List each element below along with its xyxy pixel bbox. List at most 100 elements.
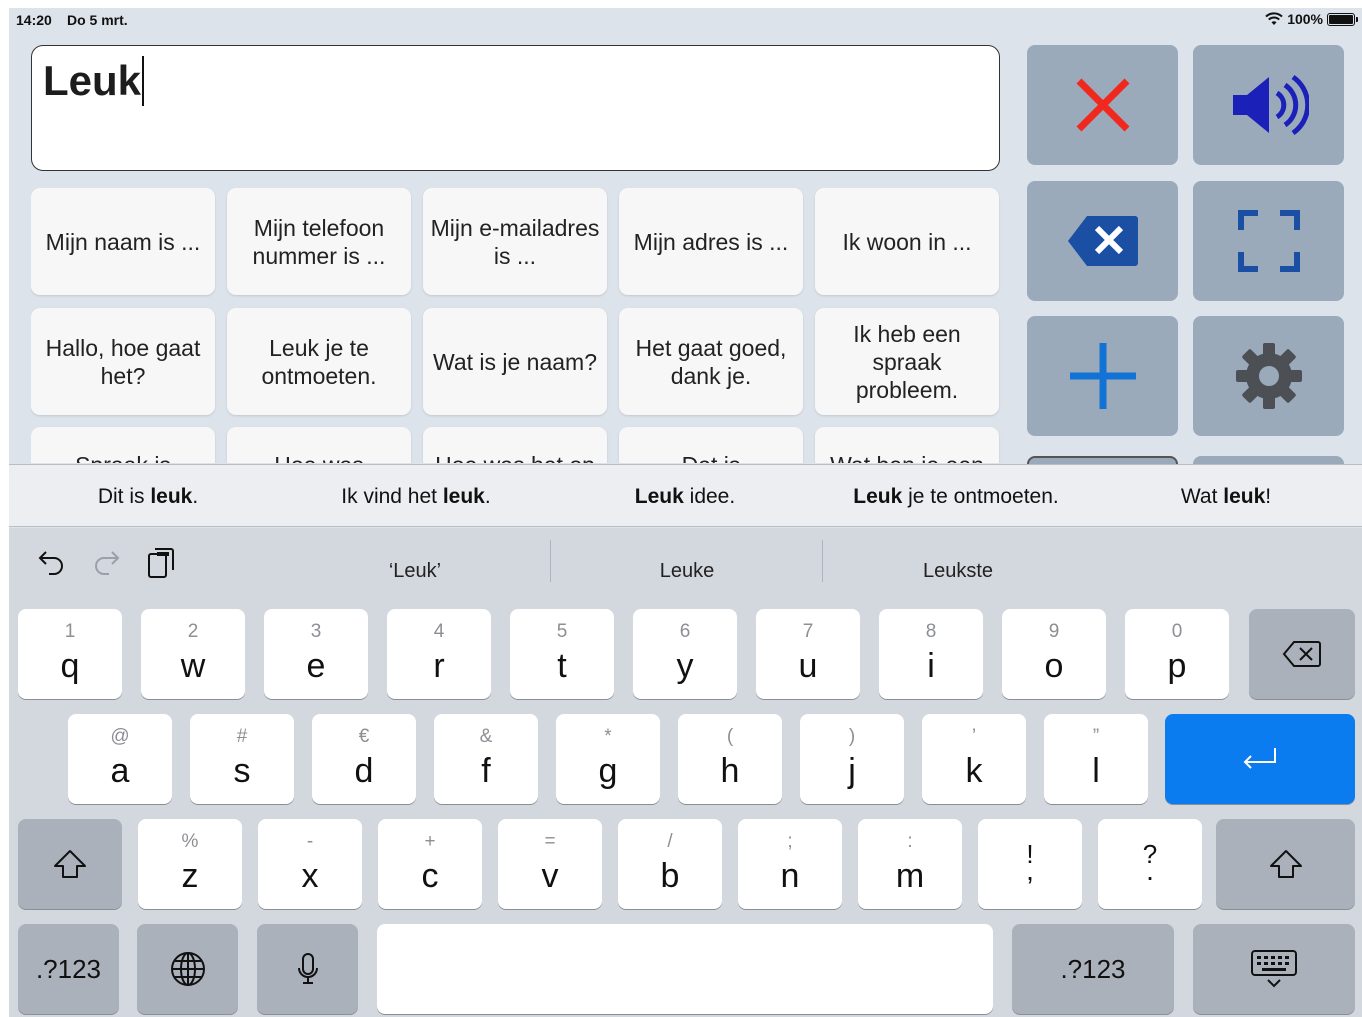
phrase-button[interactable]: Het gaat goed, dank je. — [619, 308, 803, 415]
keyboard-dismiss-icon — [1251, 950, 1297, 988]
phrase-button[interactable]: Mijn e-mailadres is ... — [423, 188, 607, 295]
prediction-item[interactable]: Ik vind het leuk. — [341, 485, 490, 509]
key-main: b — [660, 857, 680, 895]
key-alt: ’ — [971, 726, 977, 747]
phrase-button[interactable]: Hoe was — [227, 427, 411, 463]
key-alt: % — [181, 831, 199, 852]
message-textbox[interactable]: Leuk — [31, 45, 1000, 171]
phrase-button[interactable]: Leuk je te ontmoeten. — [227, 308, 411, 415]
undo-icon[interactable] — [37, 546, 65, 576]
key-t[interactable]: 5t — [510, 609, 614, 699]
paste-icon[interactable] — [147, 546, 175, 580]
prediction-item[interactable]: Wat leuk! — [1181, 485, 1271, 509]
prediction-post: . — [484, 485, 491, 508]
prediction-item[interactable]: Dit is leuk. — [98, 485, 198, 509]
key-a[interactable]: @ a — [68, 714, 172, 804]
settings-button[interactable] — [1193, 316, 1344, 436]
globe-key[interactable] — [137, 924, 238, 1014]
key-s[interactable]: # s — [190, 714, 294, 804]
status-right: 100% — [1265, 11, 1358, 27]
key-main: n — [780, 857, 800, 895]
key-alt: : — [907, 831, 913, 852]
phrase-button[interactable]: Mijn adres is ... — [619, 188, 803, 295]
key-h[interactable]: (h — [678, 714, 782, 804]
phrase-button[interactable]: Mijn naam is ... — [31, 188, 215, 295]
phrase-button[interactable]: Dat is — [619, 427, 803, 463]
key-main: u — [798, 647, 818, 685]
phrase-button[interactable]: Hallo, hoe gaat het? — [31, 308, 215, 415]
key-l[interactable]: ” l — [1044, 714, 1148, 804]
shift-key-content — [1216, 819, 1355, 909]
word-suggestion[interactable]: Leuke — [660, 560, 715, 583]
globe-key-content — [137, 924, 238, 1014]
clear-button[interactable] — [1027, 45, 1178, 165]
return-key[interactable] — [1165, 714, 1355, 804]
phrase-button[interactable]: Wat ben je een — [815, 427, 999, 463]
key-z[interactable]: % z — [138, 819, 242, 909]
key-comma[interactable]: !, — [978, 819, 1082, 909]
speaker-icon — [1232, 74, 1309, 136]
key-alt: 1 — [64, 621, 76, 642]
key-i[interactable]: 8i — [879, 609, 983, 699]
key-q[interactable]: 1q — [18, 609, 122, 699]
phrase-button[interactable]: Hoe was het op — [423, 427, 607, 463]
word-suggestion[interactable]: ‘Leuk’ — [389, 560, 441, 583]
key-y[interactable]: 6y — [633, 609, 737, 699]
backspace-key[interactable] — [1249, 609, 1355, 699]
key-b[interactable]: / b — [618, 819, 722, 909]
text-caret — [142, 56, 145, 106]
key-o[interactable]: 9o — [1002, 609, 1106, 699]
key-u[interactable]: 7u — [756, 609, 860, 699]
key-v[interactable]: = v — [498, 819, 602, 909]
key-p[interactable]: 0p — [1125, 609, 1229, 699]
key-d[interactable]: € d — [312, 714, 416, 804]
key-period[interactable]: ?. — [1098, 819, 1202, 909]
numbers-key-right[interactable]: .?123 — [1012, 924, 1174, 1014]
phrase-button[interactable]: Ik heb een spraak probleem. — [815, 308, 999, 415]
key-g[interactable]: * g — [556, 714, 660, 804]
key-main: z — [181, 857, 199, 895]
prediction-item[interactable]: Leuk idee. — [635, 485, 735, 509]
key-r[interactable]: 4r — [387, 609, 491, 699]
key-n[interactable]: ; n — [738, 819, 842, 909]
backspace-key-content — [1249, 609, 1355, 699]
shift-key-left[interactable] — [18, 819, 122, 909]
phrase-button[interactable]: Mijn telefoon nummer is ... — [227, 188, 411, 295]
key-j[interactable]: ) j — [800, 714, 904, 804]
key-x[interactable]: -x — [258, 819, 362, 909]
numbers-key-left[interactable]: .?123 — [18, 924, 119, 1014]
key-m[interactable]: :m — [858, 819, 962, 909]
key-w[interactable]: 2w — [141, 609, 245, 699]
space-key[interactable] — [377, 924, 993, 1014]
phrase-button[interactable]: Wat is je naam? — [423, 308, 607, 415]
prediction-bold: Leuk — [853, 485, 903, 508]
fullscreen-icon — [1237, 210, 1300, 272]
prediction-pre: Dit is — [97, 485, 151, 508]
key-main: , — [1026, 855, 1034, 886]
message-text: Leuk — [43, 56, 145, 106]
key-alt: 2 — [187, 621, 199, 642]
fullscreen-button[interactable] — [1193, 181, 1344, 301]
sentence-predictions: Dit is leuk. Ik vind het leuk. Leuk idee… — [9, 464, 1362, 527]
numbers-key-label: .?123 — [1060, 953, 1126, 984]
shift-key-right[interactable] — [1216, 819, 1355, 909]
return-icon — [1243, 748, 1276, 769]
key-f[interactable]: & f — [434, 714, 538, 804]
key-alt: 9 — [1048, 621, 1060, 642]
key-e[interactable]: 3e — [264, 609, 368, 699]
speak-button[interactable] — [1193, 45, 1344, 165]
key-k[interactable]: ’ k — [922, 714, 1026, 804]
phrase-button[interactable]: Ik woon in ... — [815, 188, 999, 295]
add-button[interactable] — [1027, 316, 1178, 436]
word-suggestion[interactable]: Leukste — [923, 560, 993, 583]
delete-button[interactable] — [1027, 181, 1178, 301]
dictation-key-content — [257, 924, 358, 1014]
phrase-button[interactable]: Spraak is — [31, 427, 215, 463]
key-alt: 5 — [556, 621, 568, 642]
close-x-icon — [1076, 78, 1129, 132]
prediction-item[interactable]: Leuk je te ontmoeten. — [853, 485, 1058, 509]
hide-keyboard-key[interactable] — [1193, 924, 1355, 1014]
dictation-key[interactable] — [257, 924, 358, 1014]
redo-icon[interactable] — [93, 546, 121, 576]
key-c[interactable]: + c — [378, 819, 482, 909]
